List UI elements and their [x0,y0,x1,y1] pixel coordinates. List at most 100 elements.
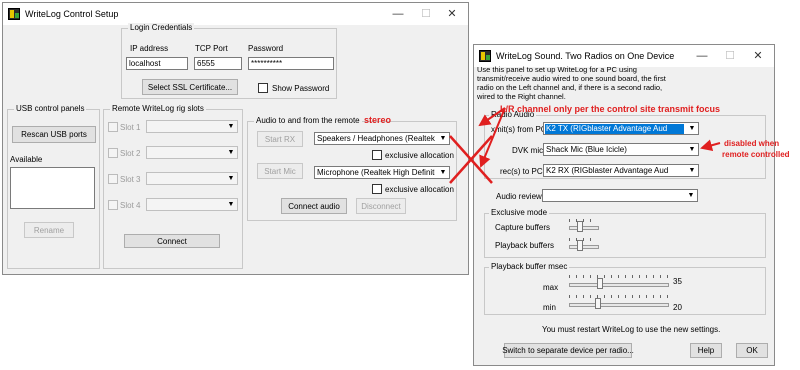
exclusive-allocation-1-label: exclusive allocation [385,151,454,160]
usb-control-panels-group: USB control panels Rescan USB ports Avai… [7,104,100,269]
rename-button[interactable]: Rename [24,222,74,238]
stereo-annotation: stereo [364,115,392,125]
max-value: 35 [673,277,682,286]
ip-address-label: IP address [130,44,169,53]
min-slider-thumb[interactable] [595,298,601,309]
exclusive-allocation-2-checkbox[interactable] [372,184,382,194]
login-credentials-group: Login Credentials IP address localhost T… [121,23,337,99]
min-slider-ticks [569,295,669,298]
xmit-value: K2 TX (RIGblaster Advantage Aud [545,124,684,134]
ok-button-label: OK [746,346,758,355]
mic-device-select[interactable]: Microphone (Realtek High Definition Audi… [314,166,450,179]
sound-setup-titlebar: WriteLog Sound. Two Radios on One Device… [474,45,774,67]
audio-review-select[interactable]: ▼ [542,189,698,202]
maximize-icon: ☐ [421,8,431,20]
group-label: Remote WriteLog rig slots [110,104,206,114]
switch-device-button[interactable]: Switch to separate device per radio... [502,343,634,358]
chevron-down-icon: ▼ [439,169,447,176]
group-label: Exclusive mode [489,208,550,218]
minimize-icon[interactable]: — [692,48,712,64]
ok-button[interactable]: OK [736,343,768,358]
chevron-down-icon: ▼ [227,201,235,208]
connect-audio-button[interactable]: Connect audio [281,198,347,214]
maximize-icon: ☐ [725,50,735,62]
exclusive-allocation-1-checkbox[interactable] [372,150,382,160]
playback-slider-thumb[interactable] [577,240,583,251]
chevron-down-icon: ▼ [439,135,447,142]
control-setup-window: WriteLog Control Setup — ☐ ✕ Login Crede… [2,2,469,275]
min-label: min [543,303,556,312]
rec-value: K2 RX (RIGblaster Advantage Aud [546,167,669,175]
max-label: max [543,283,559,292]
dvk-mic-label: DVK mic [512,146,544,155]
disabled-when-annotation: disabled when [724,139,780,148]
description-text: Use this panel to set up WriteLog for a … [477,65,666,101]
xmit-label: xmit(s) from PC [491,125,547,134]
slot-4-checkbox[interactable] [108,200,118,210]
ip-address-field[interactable]: localhost [126,57,188,70]
available-usb-list[interactable] [10,167,95,209]
rec-label: rec(s) to PC [500,167,543,176]
min-slider[interactable] [569,303,669,307]
select-ssl-certificate-button[interactable]: Select SSL Certificate... [142,79,238,95]
slot-4-select[interactable]: ▼ [146,198,238,211]
writelog-app-icon [479,50,491,62]
audio-remote-group: Audio to and from the remote Start RX Sp… [247,116,457,221]
rec-select[interactable]: K2 RX (RIGblaster Advantage Aud ▼ [543,164,699,177]
xmit-select[interactable]: K2 TX (RIGblaster Advantage Aud ▼ [543,122,699,135]
tcp-port-label: TCP Port [195,44,228,53]
capture-buffers-label: Capture buffers [495,223,550,232]
max-slider-ticks [569,275,669,278]
close-icon[interactable]: ✕ [748,48,768,64]
chevron-down-icon: ▼ [688,125,696,132]
dvk-mic-select[interactable]: Shack Mic (Blue Icicle) ▼ [543,143,699,156]
start-rx-button[interactable]: Start RX [257,131,303,147]
slot-2-label: Slot 2 [120,149,141,158]
slot-3-label: Slot 3 [120,175,141,184]
sound-setup-window: WriteLog Sound. Two Radios on One Device… [473,44,775,366]
capture-slider[interactable] [569,226,599,230]
chevron-down-icon: ▼ [688,167,696,174]
chevron-down-icon: ▼ [227,123,235,130]
lr-channel-annotation: L/R channel only per the control site tr… [500,104,721,114]
disconnect-button[interactable]: Disconnect [356,198,406,214]
slot-1-select[interactable]: ▼ [146,120,238,133]
capture-slider-thumb[interactable] [577,221,583,232]
remote-rig-slots-group: Remote WriteLog rig slots Slot 1 ▼ Slot … [103,104,243,269]
slot-1-label: Slot 1 [120,123,141,132]
help-button[interactable]: Help [690,343,722,358]
slot-3-checkbox[interactable] [108,174,118,184]
playback-buffer-group: Playback buffer msec max 35 min 20 [484,262,766,315]
group-label: Audio to and from the remote [254,116,362,126]
rx-device-value: Speakers / Headphones (Realtek High Defi… [317,135,435,143]
slot-2-checkbox[interactable] [108,148,118,158]
chevron-down-icon: ▼ [688,146,696,153]
password-field[interactable]: ********** [248,57,334,70]
audio-review-label: Audio review [496,192,542,201]
slot-2-select[interactable]: ▼ [146,146,238,159]
password-label: Password [248,44,284,53]
exclusive-mode-group: Exclusive mode Capture buffers Playback … [484,208,766,258]
tcp-port-field[interactable]: 6555 [194,57,242,70]
show-password-label: Show Password [272,84,330,93]
slot-3-select[interactable]: ▼ [146,172,238,185]
control-setup-titlebar: WriteLog Control Setup — ☐ ✕ [3,3,468,25]
remote-controlled-annotation: remote controlled [722,150,790,159]
minimize-icon[interactable]: — [388,6,408,22]
playback-buffers-label: Playback buffers [495,241,554,250]
window-title: WriteLog Sound. Two Radios on One Device [496,51,675,61]
playback-slider[interactable] [569,245,599,249]
rescan-usb-ports-button[interactable]: Rescan USB ports [12,126,96,143]
window-title: WriteLog Control Setup [25,9,119,19]
show-password-checkbox[interactable] [258,83,268,93]
dvk-mic-value: Shack Mic (Blue Icicle) [546,146,627,154]
rx-device-select[interactable]: Speakers / Headphones (Realtek High Defi… [314,132,450,145]
max-slider-thumb[interactable] [597,278,603,289]
start-mic-button[interactable]: Start Mic [257,163,303,179]
slot-1-checkbox[interactable] [108,122,118,132]
close-icon[interactable]: ✕ [442,6,462,22]
chevron-down-icon: ▼ [227,149,235,156]
max-slider[interactable] [569,283,669,287]
slot-4-label: Slot 4 [120,201,141,210]
connect-button[interactable]: Connect [124,234,220,248]
